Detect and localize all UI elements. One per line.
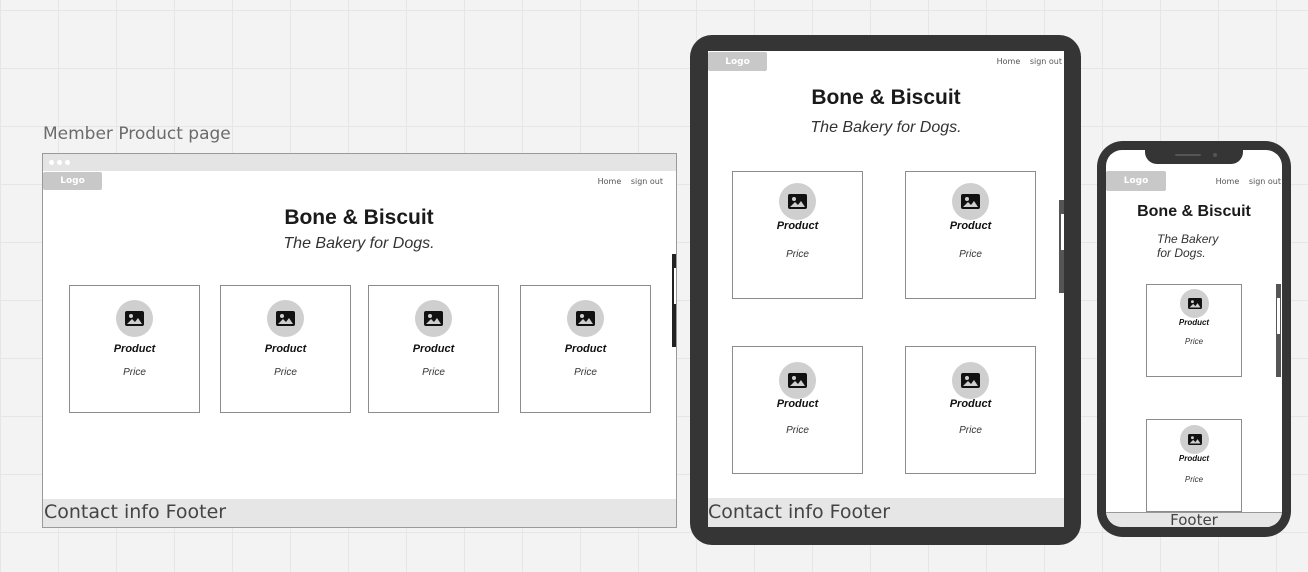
product-name: Product xyxy=(564,343,607,355)
product-name: Product xyxy=(949,220,992,232)
image-icon xyxy=(415,300,452,337)
desktop-frame: Logo Home sign out Bone & Biscuit The Ba… xyxy=(42,153,677,528)
product-card[interactable]: Product Price xyxy=(520,285,651,413)
image-icon xyxy=(567,300,604,337)
footer: Footer xyxy=(1106,512,1282,527)
product-price: Price xyxy=(274,367,297,378)
product-price: Price xyxy=(959,425,982,436)
footer: Contact info Footer xyxy=(43,499,676,527)
image-icon xyxy=(779,362,816,399)
window-dot-icon[interactable] xyxy=(65,160,70,165)
product-name: Product xyxy=(1178,454,1210,463)
image-icon xyxy=(116,300,153,337)
tablet-screen: Logo Home sign out Bone & Biscuit The Ba… xyxy=(708,51,1064,527)
product-card[interactable]: Product Price xyxy=(732,171,863,299)
nav-menu: Home sign out xyxy=(990,57,1062,66)
nav-menu: Home sign out xyxy=(591,177,663,186)
phone-screen: Logo Home sign out Bone & Biscuit The Ba… xyxy=(1106,150,1282,527)
product-card[interactable]: Product Price xyxy=(1146,284,1242,377)
footer: Contact info Footer xyxy=(708,498,1064,527)
product-name: Product xyxy=(949,398,992,410)
product-card[interactable]: Product Price xyxy=(732,346,863,474)
nav-sign-out-link[interactable]: sign out xyxy=(1249,177,1281,186)
product-card[interactable]: Product Price xyxy=(1146,419,1242,512)
scrollbar[interactable] xyxy=(1059,200,1064,293)
nav-sign-out-link[interactable]: sign out xyxy=(631,177,663,186)
product-price: Price xyxy=(574,367,597,378)
window-dot-icon[interactable] xyxy=(49,160,54,165)
product-price: Price xyxy=(1184,475,1204,484)
product-card[interactable]: Product Price xyxy=(368,285,499,413)
site-title: Bone & Biscuit xyxy=(1137,203,1251,220)
scrollbar[interactable] xyxy=(1276,284,1281,377)
product-price: Price xyxy=(959,249,982,260)
image-icon xyxy=(267,300,304,337)
logo[interactable]: Logo xyxy=(1106,171,1166,191)
product-name: Product xyxy=(776,398,819,410)
product-name: Product xyxy=(1178,318,1210,327)
product-name: Product xyxy=(113,343,156,355)
site-title: Bone & Biscuit xyxy=(284,206,434,229)
scrollbar-thumb[interactable] xyxy=(1061,214,1064,250)
nav-sign-out-link[interactable]: sign out xyxy=(1030,57,1062,66)
frame-label: Member Product page xyxy=(43,124,231,144)
scrollbar[interactable] xyxy=(672,254,676,347)
product-name: Product xyxy=(776,220,819,232)
browser-title-bar xyxy=(43,154,676,171)
site-title: Bone & Biscuit xyxy=(811,86,961,109)
phone-notch xyxy=(1145,146,1243,164)
logo[interactable]: Logo xyxy=(708,52,767,71)
product-price: Price xyxy=(1184,337,1204,346)
image-icon xyxy=(1180,289,1209,318)
window-dot-icon[interactable] xyxy=(57,160,62,165)
site-subtitle: The Bakery for Dogs. xyxy=(283,235,435,252)
image-icon xyxy=(1180,425,1209,454)
site-subtitle-line1: The Bakery xyxy=(1157,232,1219,246)
product-card[interactable]: Product Price xyxy=(905,171,1036,299)
site-subtitle-line2: for Dogs. xyxy=(1157,246,1206,260)
product-price: Price xyxy=(123,367,146,378)
camera-icon xyxy=(1213,153,1217,157)
product-name: Product xyxy=(412,343,455,355)
product-name: Product xyxy=(264,343,307,355)
image-icon xyxy=(952,362,989,399)
site-subtitle: The Bakery for Dogs. xyxy=(810,119,962,136)
scrollbar-thumb[interactable] xyxy=(1277,298,1280,334)
product-price: Price xyxy=(422,367,445,378)
nav-home-link[interactable]: Home xyxy=(997,57,1021,66)
nav-home-link[interactable]: Home xyxy=(1216,177,1240,186)
speaker-icon xyxy=(1175,154,1201,156)
product-card[interactable]: Product Price xyxy=(220,285,351,413)
logo[interactable]: Logo xyxy=(43,172,102,190)
nav-menu: Home sign out xyxy=(1209,177,1281,186)
scrollbar-thumb[interactable] xyxy=(674,268,676,304)
image-icon xyxy=(779,183,816,220)
image-icon xyxy=(952,183,989,220)
product-price: Price xyxy=(786,425,809,436)
nav-home-link[interactable]: Home xyxy=(598,177,622,186)
product-price: Price xyxy=(786,249,809,260)
product-card[interactable]: Product Price xyxy=(905,346,1036,474)
product-card[interactable]: Product Price xyxy=(69,285,200,413)
